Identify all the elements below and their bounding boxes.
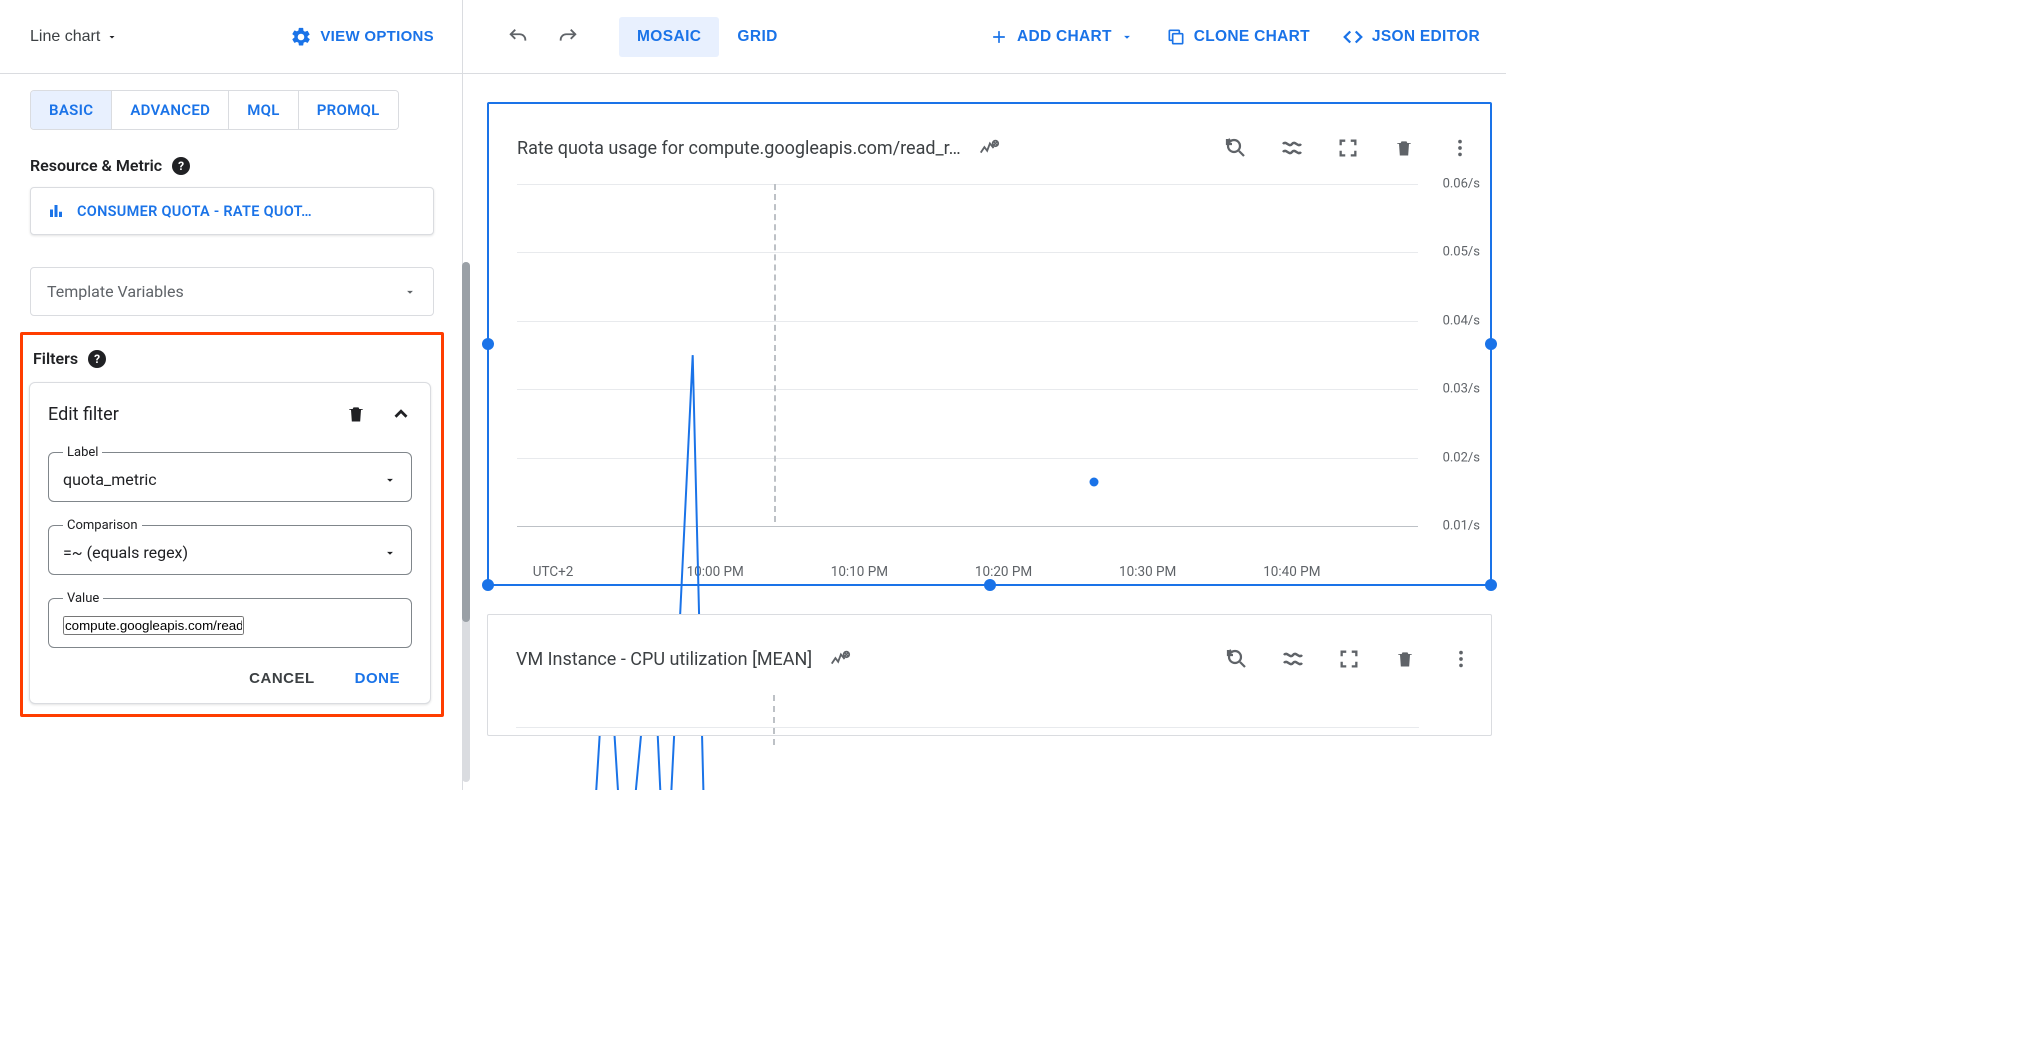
chart-type-label: Line chart [30,28,100,46]
more-button[interactable] [1438,126,1482,170]
json-editor-button[interactable]: JSON EDITOR [1328,26,1494,48]
filter-label-legend: Label [63,445,102,460]
fullscreen-button[interactable] [1327,637,1371,681]
resize-handle-br[interactable] [1485,579,1497,591]
delete-chart-button[interactable] [1383,637,1427,681]
view-options-button[interactable]: VIEW OPTIONS [290,26,434,48]
code-icon [1342,26,1364,48]
undo-icon [507,26,529,48]
json-editor-label: JSON EDITOR [1372,28,1480,46]
y-tick: 0.01/s [1443,519,1480,534]
filter-value-input[interactable] [63,616,244,635]
filter-label-value: quota_metric [63,470,157,489]
resize-handle-bl[interactable] [482,579,494,591]
y-tick: 0.05/s [1443,245,1480,260]
anomaly-icon[interactable] [828,648,852,670]
tab-mql[interactable]: MQL [228,91,297,129]
add-chart-button[interactable]: ADD CHART [975,27,1148,47]
reset-zoom-button[interactable] [1214,126,1258,170]
chart-plot-area[interactable]: 0.06/s 0.05/s 0.04/s 0.03/s 0.02/s 0.01/… [517,184,1418,556]
bar-chart-icon [47,202,65,220]
filters-label: Filters [33,349,78,368]
metric-selector[interactable]: CONSUMER QUOTA - RATE QUOT… [30,187,434,235]
caret-down-icon [383,473,397,487]
legend-button[interactable] [1270,126,1314,170]
view-mode-mosaic[interactable]: MOSAIC [619,17,719,57]
scrollbar-thumb[interactable] [462,262,470,622]
editor-mode-tabs: BASIC ADVANCED MQL PROMQL [30,90,399,130]
template-variables-label: Template Variables [47,282,184,301]
more-vert-icon [1450,648,1472,670]
tab-basic[interactable]: BASIC [31,91,111,129]
chart-data-point [1089,477,1098,486]
template-variables-dropdown[interactable]: Template Variables [30,267,434,316]
reset-zoom-button[interactable] [1215,637,1259,681]
fullscreen-button[interactable] [1326,126,1370,170]
chart-type-dropdown[interactable]: Line chart [30,28,118,46]
filters-highlight: Filters ? Edit filter Label [20,332,444,717]
legend-icon [1281,647,1305,671]
filter-value-field[interactable]: Value [48,591,412,648]
y-tick: 0.02/s [1443,450,1480,465]
tab-advanced[interactable]: ADVANCED [111,91,228,129]
chart-title: Rate quota usage for compute.googleapis.… [517,138,961,159]
copy-icon [1166,27,1186,47]
chart-card-cpu-util[interactable]: VM Instance - CPU utilization [MEAN] [487,614,1492,736]
resize-handle-left[interactable] [482,338,494,350]
clone-chart-label: CLONE CHART [1194,28,1310,46]
resource-metric-label: Resource & Metric [30,156,162,175]
plus-icon [989,27,1009,47]
caret-down-icon [383,546,397,560]
filter-card: Edit filter Label quota_metric [29,382,431,704]
caret-down-icon [403,285,417,299]
chart-title: VM Instance - CPU utilization [MEAN] [516,649,812,670]
done-button[interactable]: DONE [355,670,400,687]
y-tick: 0.04/s [1443,313,1480,328]
caret-down-icon [1120,30,1134,44]
chart-cursor-line [773,695,775,745]
y-tick: 0.03/s [1443,382,1480,397]
view-options-label: VIEW OPTIONS [320,28,434,45]
anomaly-icon[interactable] [977,137,1001,159]
help-icon[interactable]: ? [88,350,106,368]
redo-button[interactable] [545,14,591,60]
filter-edit-title: Edit filter [48,404,119,425]
trash-icon [1394,137,1414,159]
resize-handle-right[interactable] [1485,338,1497,350]
clone-chart-button[interactable]: CLONE CHART [1152,27,1324,47]
cancel-button[interactable]: CANCEL [249,670,315,687]
legend-button[interactable] [1271,637,1315,681]
fullscreen-icon [1338,648,1360,670]
more-button[interactable] [1439,637,1483,681]
caret-down-icon [106,31,118,43]
reset-zoom-icon [1224,136,1248,160]
gear-icon [290,26,312,48]
redo-icon [557,26,579,48]
filter-comparison-value: =~ (equals regex) [63,543,188,562]
more-vert-icon [1449,137,1471,159]
metric-chip-label: CONSUMER QUOTA - RATE QUOT… [77,203,312,220]
filter-comparison-legend: Comparison [63,518,142,533]
y-tick: 0.06/s [1443,177,1480,192]
chart-card-rate-quota[interactable]: Rate quota usage for compute.googleapis.… [487,102,1492,586]
chevron-up-icon[interactable] [390,403,412,425]
filter-label-field[interactable]: Label quota_metric [48,445,412,502]
add-chart-label: ADD CHART [1017,28,1112,46]
delete-chart-button[interactable] [1382,126,1426,170]
fullscreen-icon [1337,137,1359,159]
legend-icon [1280,136,1304,160]
tab-promql[interactable]: PROMQL [298,91,398,129]
reset-zoom-icon [1225,647,1249,671]
filter-value-legend: Value [63,591,103,606]
undo-button[interactable] [495,14,541,60]
filter-comparison-field[interactable]: Comparison =~ (equals regex) [48,518,412,575]
trash-icon[interactable] [346,403,366,425]
help-icon[interactable]: ? [172,157,190,175]
trash-icon [1395,648,1415,670]
view-mode-grid[interactable]: GRID [719,17,795,57]
